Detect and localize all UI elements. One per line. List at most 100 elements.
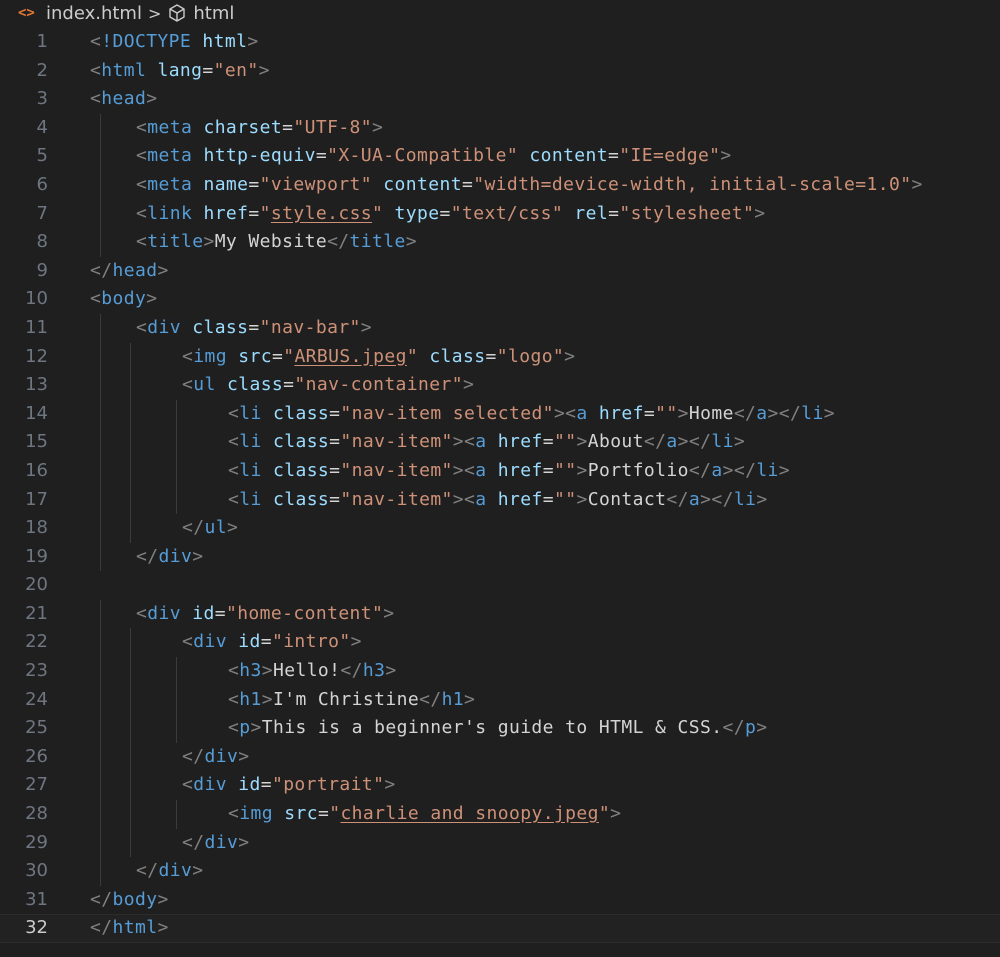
code-text[interactable]: <div class="nav-bar"> [136, 314, 372, 343]
code-text[interactable]: <meta name="viewport" content="width=dev… [136, 171, 923, 200]
code-text[interactable]: </body> [90, 886, 169, 915]
code-line[interactable]: 18 </ul> [0, 514, 1000, 543]
code-line[interactable]: 9 </head> [0, 257, 1000, 286]
line-number[interactable]: 6 [0, 171, 48, 200]
line-number[interactable]: 3 [0, 85, 48, 114]
line-number[interactable]: 18 [0, 514, 48, 543]
code-text[interactable]: <li class="nav-item"><a href="">Portfoli… [228, 457, 790, 486]
code-text[interactable]: </html> [90, 914, 169, 943]
code-line[interactable]: 15 <li class="nav-item"><a href="">About<… [0, 428, 1000, 457]
code-line[interactable]: 24 <h1>I'm Christine</h1> [0, 685, 1000, 715]
line-number[interactable]: 29 [0, 829, 48, 858]
indent-guide [100, 456, 101, 486]
code-token: "nav-item" [340, 459, 453, 481]
line-number[interactable]: 4 [0, 114, 48, 143]
code-line[interactable]: 13 <ul class="nav-container"> [0, 371, 1000, 400]
line-number[interactable]: 2 [0, 57, 48, 86]
code-text[interactable]: <p>This is a beginner's guide to HTML & … [228, 714, 767, 743]
line-number[interactable]: 22 [0, 628, 48, 657]
code-text[interactable]: <img src="charlie and snoopy.jpeg"> [228, 800, 621, 829]
line-number[interactable]: 20 [0, 571, 48, 600]
breadcrumb-file[interactable]: index.html [46, 3, 142, 24]
code-line[interactable]: 32 </html> [0, 914, 1000, 943]
code-line[interactable]: 6 <meta name="viewport" content="width=de… [0, 170, 1000, 200]
code-text[interactable]: </div> [182, 743, 249, 772]
code-line[interactable]: 10 <body> [0, 285, 1000, 314]
line-number[interactable]: 23 [0, 657, 48, 686]
code-line[interactable]: 5 <meta http-equiv="X-UA-Compatible" cont… [0, 142, 1000, 171]
line-number[interactable]: 19 [0, 543, 48, 572]
code-line[interactable]: 16 <li class="nav-item"><a href="">Portfo… [0, 456, 1000, 486]
code-text[interactable]: <title>My Website</title> [136, 228, 417, 257]
line-number[interactable]: 7 [0, 200, 48, 229]
code-text[interactable]: </head> [90, 257, 169, 286]
code-line[interactable]: 4 <meta charset="UTF-8"> [0, 113, 1000, 143]
line-number[interactable]: 27 [0, 771, 48, 800]
code-line[interactable]: 17 <li class="nav-item"><a href="">Contac… [0, 485, 1000, 515]
code-line[interactable]: 26 </div> [0, 742, 1000, 772]
line-number[interactable]: 14 [0, 400, 48, 429]
code-line[interactable]: 11 <div class="nav-bar"> [0, 313, 1000, 343]
code-line[interactable]: 8 <title>My Website</title> [0, 228, 1000, 257]
breadcrumb-symbol[interactable]: html [193, 3, 234, 24]
code-line[interactable]: 20 [0, 571, 1000, 600]
code-editor[interactable]: 1 <!DOCTYPE html> 2 <html lang="en"> 3 <head>… [0, 28, 1000, 943]
code-line[interactable]: 30 </div> [0, 857, 1000, 886]
code-text[interactable]: <div id="portrait"> [182, 771, 396, 800]
code-text[interactable]: <body> [90, 285, 157, 314]
code-line[interactable]: 21 <div id="home-content"> [0, 599, 1000, 629]
line-number[interactable]: 12 [0, 343, 48, 372]
line-number[interactable]: 25 [0, 714, 48, 743]
code-line[interactable]: 23 <h3>Hello!</h3> [0, 657, 1000, 686]
code-text[interactable]: <!DOCTYPE html> [90, 28, 259, 57]
code-text[interactable]: <head> [90, 85, 157, 114]
code-line[interactable]: 3 <head> [0, 85, 1000, 114]
code-line[interactable]: 7 <link href="style.css" type="text/css" … [0, 199, 1000, 229]
code-line[interactable]: 14 <li class="nav-item selected"><a href=… [0, 399, 1000, 429]
line-number[interactable]: 24 [0, 686, 48, 715]
line-number[interactable]: 9 [0, 257, 48, 286]
code-line[interactable]: 28 <img src="charlie and snoopy.jpeg"> [0, 800, 1000, 829]
code-text[interactable]: <meta http-equiv="X-UA-Compatible" conte… [136, 142, 732, 171]
code-text[interactable]: </ul> [182, 514, 238, 543]
code-text[interactable]: </div> [136, 543, 203, 572]
code-text[interactable]: </div> [136, 857, 203, 886]
code-line[interactable]: 29 </div> [0, 828, 1000, 858]
code-text[interactable]: <h1>I'm Christine</h1> [228, 686, 475, 715]
line-number[interactable]: 26 [0, 743, 48, 772]
line-number[interactable]: 32 [0, 914, 48, 943]
line-number[interactable]: 8 [0, 228, 48, 257]
line-number[interactable]: 16 [0, 457, 48, 486]
code-line[interactable]: 27 <div id="portrait"> [0, 771, 1000, 801]
code-text[interactable]: <link href="style.css" type="text/css" r… [136, 200, 765, 229]
line-number[interactable]: 11 [0, 314, 48, 343]
code-line[interactable]: 25 <p>This is a beginner's guide to HTML … [0, 714, 1000, 743]
code-line[interactable]: 12 <img src="ARBUS.jpeg" class="logo"> [0, 342, 1000, 372]
code-line[interactable]: 2 <html lang="en"> [0, 57, 1000, 86]
code-text[interactable]: <ul class="nav-container"> [182, 371, 474, 400]
code-line[interactable]: 22 <div id="intro"> [0, 628, 1000, 658]
line-number[interactable]: 15 [0, 428, 48, 457]
line-number[interactable]: 10 [0, 285, 48, 314]
code-text[interactable]: <meta charset="UTF-8"> [136, 114, 383, 143]
code-text[interactable]: <div id="home-content"> [136, 600, 395, 629]
line-number[interactable]: 1 [0, 28, 48, 57]
code-text[interactable]: <li class="nav-item"><a href="">Contact<… [228, 486, 768, 515]
code-text[interactable]: <html lang="en"> [90, 57, 270, 86]
line-number[interactable]: 13 [0, 371, 48, 400]
code-text[interactable]: <li class="nav-item"><a href="">About</a… [228, 428, 745, 457]
line-number[interactable]: 5 [0, 142, 48, 171]
code-text[interactable]: <li class="nav-item selected"><a href=""… [228, 400, 835, 429]
code-line[interactable]: 19 </div> [0, 542, 1000, 572]
code-line[interactable]: 1 <!DOCTYPE html> [0, 28, 1000, 57]
line-number[interactable]: 31 [0, 886, 48, 915]
line-number[interactable]: 17 [0, 486, 48, 515]
line-number[interactable]: 30 [0, 857, 48, 886]
code-text[interactable]: </div> [182, 829, 249, 858]
code-line[interactable]: 31 </body> [0, 886, 1000, 915]
line-number[interactable]: 28 [0, 800, 48, 829]
code-text[interactable]: <div id="intro"> [182, 628, 362, 657]
code-text[interactable]: <img src="ARBUS.jpeg" class="logo"> [182, 343, 575, 372]
code-text[interactable]: <h3>Hello!</h3> [228, 657, 397, 686]
line-number[interactable]: 21 [0, 600, 48, 629]
